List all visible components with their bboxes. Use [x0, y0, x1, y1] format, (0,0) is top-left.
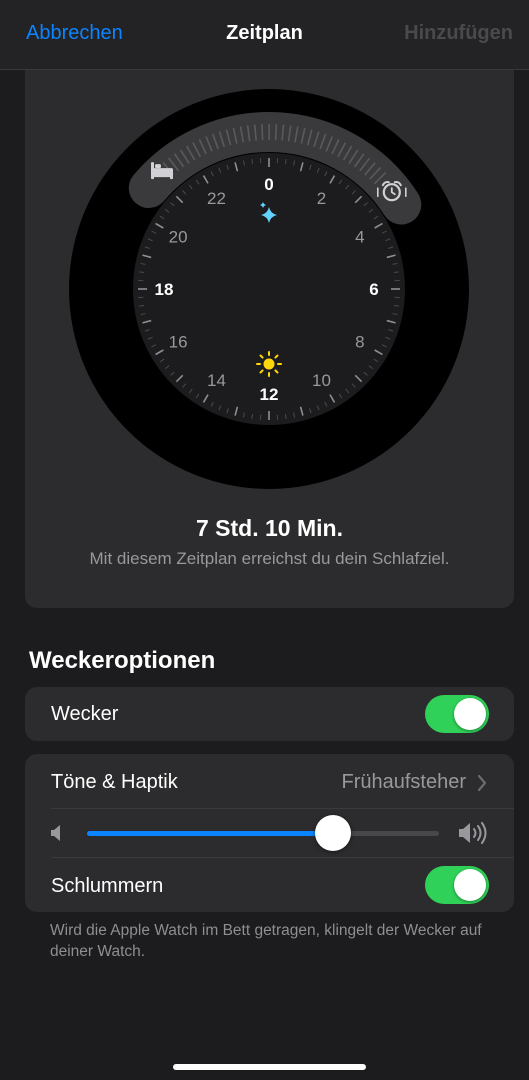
clock-hour-label: 22: [207, 189, 226, 208]
clock-hour-label: 2: [317, 189, 326, 208]
volume-slider[interactable]: [87, 831, 439, 836]
row-separator: [51, 808, 514, 809]
clock-hour-label: 18: [155, 280, 174, 299]
cancel-button[interactable]: Abbrechen: [26, 22, 123, 45]
clock-hour-label: 14: [207, 371, 226, 390]
alarm-toggle[interactable]: [425, 695, 489, 733]
clock-tick: [139, 271, 145, 274]
volume-slider-fill: [87, 831, 334, 836]
clock-tick: [284, 413, 287, 419]
sleep-clock[interactable]: 0 2 4 6 8 10 12 14 16 18 20 22: [25, 70, 514, 500]
add-button[interactable]: Hinzufügen: [404, 22, 513, 45]
sun-icon: [256, 351, 282, 377]
sounds-haptics-label[interactable]: Töne & Haptik: [51, 771, 178, 794]
clock-tick: [393, 271, 399, 274]
clock-hour-label: 16: [169, 333, 188, 352]
section-title-alarm-options: Weckeroptionen: [29, 647, 216, 674]
volume-low-icon: [51, 825, 60, 841]
toggle-knob: [454, 869, 486, 901]
clock-tick: [251, 413, 254, 419]
sleep-goal-text: Mit diesem Zeitplan erreichst du dein Sc…: [89, 549, 450, 568]
clock-tick: [139, 304, 145, 307]
clock-hour-label: 6: [369, 280, 378, 299]
sleep-arc-tick: [261, 124, 264, 141]
volume-high-icon: [459, 822, 487, 844]
clock-tick: [393, 304, 399, 307]
chevron-right-icon[interactable]: [476, 774, 488, 792]
alarm-row: Wecker: [25, 687, 514, 741]
alarm-label: Wecker: [51, 703, 119, 725]
snooze-toggle[interactable]: [425, 866, 489, 904]
clock-hour-label: 10: [312, 371, 331, 390]
toggle-knob: [454, 698, 486, 730]
sleep-schedule-card: 0 2 4 6 8 10 12 14 16 18 20 22 7 Std. 10…: [25, 70, 514, 608]
clock-hour-label: 8: [355, 333, 364, 352]
alarm-settings-group: Töne & Haptik Frühaufsteher Schlummern: [25, 754, 514, 912]
clock-hour-label: 12: [260, 385, 279, 404]
row-separator: [51, 857, 514, 858]
clock-tick: [284, 159, 287, 165]
navigation-bar: Abbrechen Zeitplan Hinzufügen: [0, 0, 529, 70]
snooze-label: Schlummern: [51, 875, 164, 897]
sounds-value[interactable]: Frühaufsteher: [341, 771, 466, 794]
home-indicator[interactable]: [173, 1064, 366, 1070]
clock-tick: [251, 159, 254, 165]
watch-footnote: Wird die Apple Watch im Bett getragen, k…: [50, 922, 482, 960]
clock-hour-label: 4: [355, 228, 364, 247]
clock-hour-label: 20: [169, 228, 188, 247]
volume-slider-thumb[interactable]: [315, 815, 352, 851]
sleep-arc-tick: [274, 124, 278, 141]
clock-hour-label: 0: [264, 175, 273, 194]
sleep-duration: 7 Std. 10 Min.: [196, 515, 343, 541]
